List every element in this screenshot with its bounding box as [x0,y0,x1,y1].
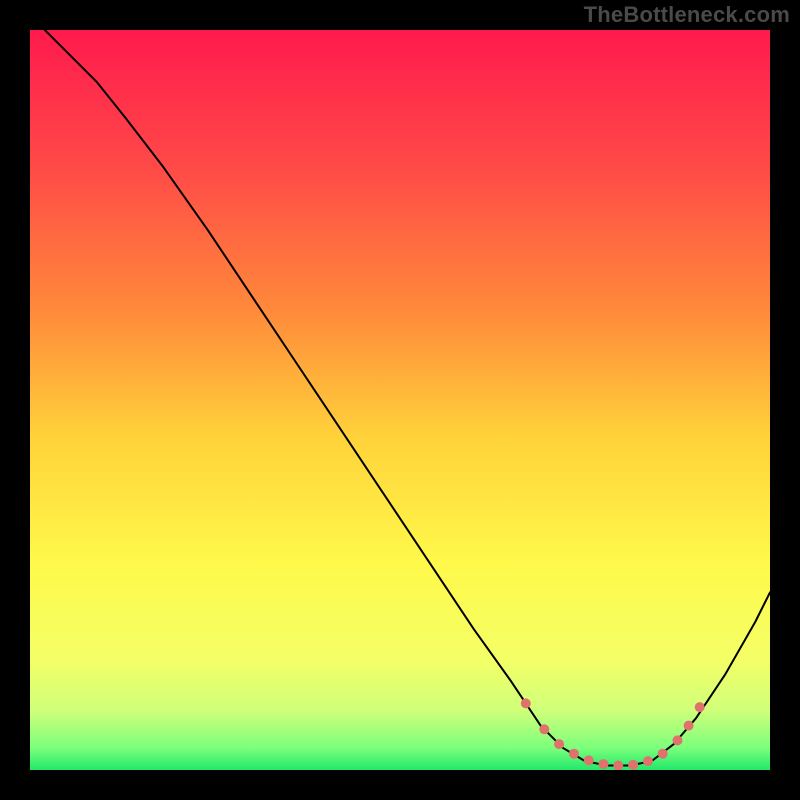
optimal-marker [628,760,638,770]
optimal-marker [554,739,564,749]
optimal-marker [684,721,694,731]
optimal-marker [521,698,531,708]
gradient-background [30,30,770,770]
chart-frame: TheBottleneck.com [0,0,800,800]
optimal-marker [658,749,668,759]
watermark-text: TheBottleneck.com [584,2,790,28]
optimal-marker [539,724,549,734]
optimal-marker [695,702,705,712]
plot-area [30,30,770,770]
optimal-marker [584,755,594,765]
optimal-marker [643,756,653,766]
optimal-marker [673,735,683,745]
optimal-marker [569,749,579,759]
optimal-marker [599,759,609,769]
bottleneck-chart [30,30,770,770]
